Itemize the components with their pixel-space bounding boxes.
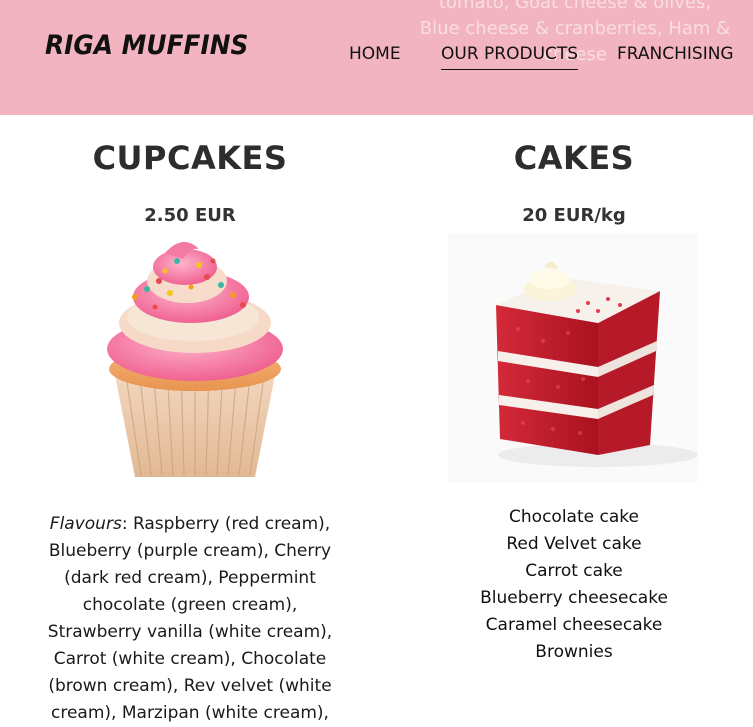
flavours-text: : Raspberry (red cream), Blueberry (purp…	[47, 514, 333, 723]
cake-slice-illustration	[496, 261, 698, 467]
cupcakes-title: CUPCAKES	[92, 139, 288, 177]
nav-our-products[interactable]: OUR PRODUCTS	[441, 44, 579, 70]
site-logo[interactable]: RIGA MUFFINS	[45, 30, 248, 61]
cupcakes-price: 2.50 EUR	[144, 205, 236, 226]
list-item: Red Velvet cake	[506, 534, 642, 554]
list-item: Blueberry cheesecake	[480, 588, 668, 608]
list-item: Carrot cake	[525, 561, 623, 581]
site-header: tomato, Goat cheese & olives, Blue chees…	[0, 0, 753, 115]
flavours-label: Flavours	[49, 514, 122, 534]
cupcake-illustration	[107, 241, 283, 477]
faded-line: Blue cheese & cranberries, Ham &	[419, 18, 731, 39]
cakes-title: CAKES	[513, 139, 635, 177]
list-item: Brownies	[535, 642, 613, 662]
cupcake-flavours: Flavours: Raspberry (red cream), Blueber…	[40, 511, 340, 727]
list-item: Caramel cheesecake	[485, 615, 663, 635]
cakes-price: 20 EUR/kg	[522, 205, 626, 226]
red-velvet-cake-image	[448, 233, 698, 483]
list-item: Chocolate cake	[509, 507, 639, 527]
cake-list: Chocolate cake Red Velvet cake Carrot ca…	[424, 504, 724, 666]
nav-franchising[interactable]: FRANCHISING	[617, 44, 734, 68]
nav-home[interactable]: HOME	[349, 44, 401, 68]
cupcake-image	[95, 237, 295, 482]
faded-line: tomato, Goat cheese & olives,	[438, 0, 712, 13]
